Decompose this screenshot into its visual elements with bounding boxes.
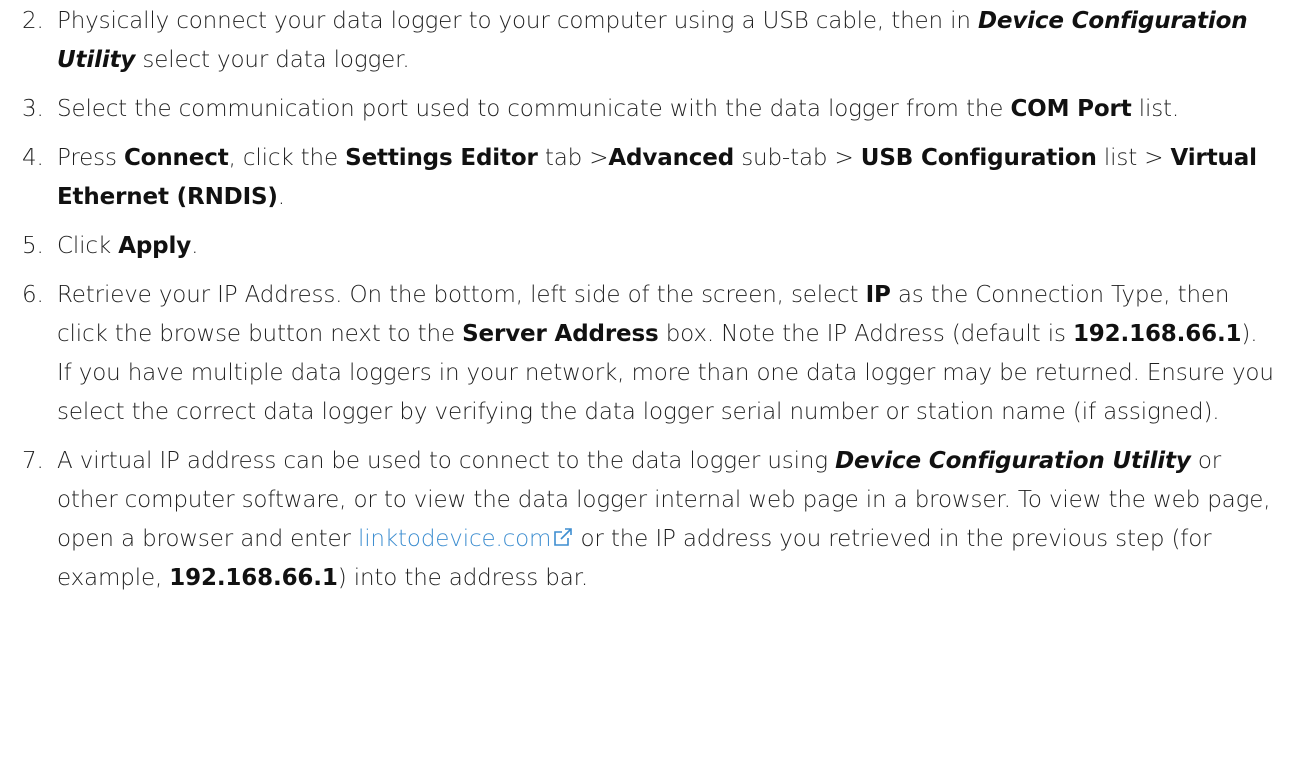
step-text: . (277, 184, 285, 210)
step-text: tab > (537, 145, 609, 171)
step-item: 2. Physically connect your data logger to… (0, 2, 1294, 80)
step-item: 5. Click Apply. (0, 227, 1294, 266)
step-text: list. (1131, 96, 1180, 122)
bold-term: 192.168.66.1 (1072, 321, 1242, 347)
step-text: A virtual IP address can be used to conn… (57, 448, 836, 474)
step-text: ) into the address bar. (337, 565, 589, 591)
step-text: Retrieve your IP Address. On the bottom,… (57, 282, 866, 308)
step-text: Physically connect your data logger to y… (57, 8, 978, 34)
step-number: 7. (22, 448, 44, 474)
bold-term: Server Address (462, 321, 659, 347)
external-link-icon[interactable] (553, 527, 573, 547)
step-text: Select the communication port used to co… (57, 96, 1011, 122)
step-item: 4. Press Connect, click the Settings Edit… (0, 139, 1294, 217)
step-item: 3. Select the communication port used to … (0, 90, 1294, 129)
bold-term: Apply (118, 233, 192, 259)
step-number: 4. (22, 145, 44, 171)
step-text: sub-tab > (734, 145, 861, 171)
bold-term: COM Port (1010, 96, 1132, 122)
step-text: box. Note the IP Address (default is (658, 321, 1073, 347)
bold-term: Settings Editor (345, 145, 538, 171)
bold-term: Advanced (608, 145, 735, 171)
software-name: Device Configuration Utility (835, 448, 1191, 474)
step-text: Click (57, 233, 119, 259)
step-text: . (191, 233, 199, 259)
step-item: 6. Retrieve your IP Address. On the botto… (0, 276, 1294, 432)
bold-term: IP (865, 282, 891, 308)
step-number: 5. (22, 233, 44, 259)
step-text: Press (57, 145, 124, 171)
bold-term: USB Configuration (860, 145, 1097, 171)
step-text: list > (1096, 145, 1171, 171)
step-text: , click the (228, 145, 346, 171)
step-number: 6. (22, 282, 44, 308)
instruction-list: 2. Physically connect your data logger to… (0, 0, 1294, 608)
step-number: 3. (22, 96, 44, 122)
step-item: 7. A virtual IP address can be used to co… (0, 442, 1294, 598)
bold-term: 192.168.66.1 (169, 565, 338, 591)
step-text: select your data logger. (135, 47, 410, 73)
link-text[interactable]: linktodevice.com (358, 526, 552, 552)
step-number: 2. (22, 8, 44, 34)
bold-term: Connect (123, 145, 229, 171)
